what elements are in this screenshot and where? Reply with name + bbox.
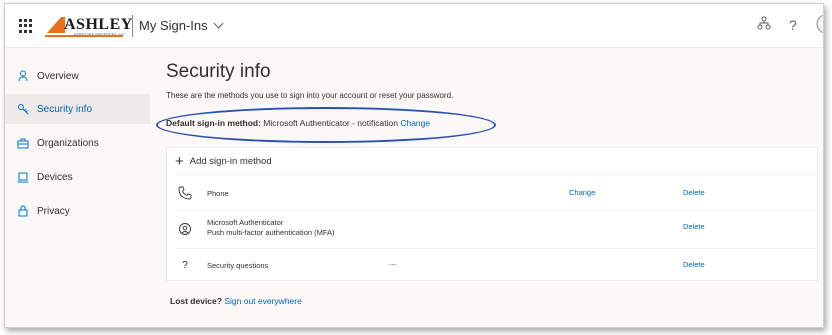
sidebar-item-organizations[interactable]: Organizations: [5, 128, 150, 158]
main-content: Security info These are the methods you …: [150, 49, 823, 327]
method-row-security-questions: ? Security questions --- Delete: [167, 252, 817, 278]
person-icon: [17, 70, 29, 82]
top-bar: ASHLEY FURNITURE INDUSTRIES, LLC My Sign…: [5, 4, 823, 48]
sidebar-item-label: Organizations: [37, 137, 99, 149]
sign-out-everywhere-link[interactable]: Sign out everywhere: [224, 296, 302, 306]
method-detail: ---: [389, 260, 397, 269]
method-row-authenticator: Microsoft Authenticator Push multi-facto…: [167, 210, 817, 244]
authenticator-icon: [177, 221, 193, 237]
delete-phone-link[interactable]: Delete: [683, 188, 705, 197]
chevron-down-icon: [213, 18, 224, 29]
delete-authenticator-link[interactable]: Delete: [683, 222, 705, 231]
help-icon[interactable]: ?: [789, 17, 797, 33]
method-subtitle: Push multi-factor authentication (MFA): [207, 228, 335, 237]
lost-device-line: Lost device? Sign out everywhere: [170, 296, 302, 306]
sidebar-item-label: Privacy: [37, 205, 70, 217]
browser-frame: ASHLEY FURNITURE INDUSTRIES, LLC My Sign…: [4, 3, 824, 328]
ashley-logo: ASHLEY FURNITURE INDUSTRIES, LLC: [45, 13, 132, 39]
delete-security-questions-link[interactable]: Delete: [683, 260, 705, 269]
change-phone-link[interactable]: Change: [569, 188, 595, 197]
lock-icon: [17, 205, 29, 217]
lost-device-label: Lost device?: [170, 296, 222, 306]
sidebar-item-overview[interactable]: Overview: [5, 61, 150, 91]
phone-icon: [177, 185, 193, 201]
sidebar-item-devices[interactable]: Devices: [5, 162, 150, 192]
profile-avatar[interactable]: [815, 13, 823, 38]
sidebar-item-privacy[interactable]: Privacy: [5, 196, 150, 226]
header-divider: [132, 15, 133, 37]
sidebar-item-label: Security info: [37, 103, 93, 115]
add-method-button[interactable]: + Add sign-in method: [175, 154, 272, 169]
sidebar: Overview Security info Organizations Dev…: [5, 49, 150, 327]
page-title: Security info: [166, 61, 271, 82]
key-icon: [17, 103, 29, 115]
add-method-label: Add sign-in method: [189, 156, 272, 167]
method-name: Phone: [207, 189, 229, 198]
sidebar-item-label: Overview: [37, 70, 79, 82]
sidebar-item-security-info[interactable]: Security info: [5, 94, 150, 124]
logo-subtext: FURNITURE INDUSTRIES, LLC: [74, 32, 126, 36]
methods-card: + Add sign-in method Phone Change Delete: [166, 147, 818, 281]
sidebar-item-label: Devices: [37, 171, 73, 183]
waffle-icon[interactable]: [19, 19, 33, 33]
plus-icon: +: [175, 153, 184, 170]
method-row-phone: Phone Change Delete: [167, 178, 817, 208]
briefcase-icon: [17, 137, 29, 149]
row-divider: [175, 174, 817, 175]
page-description: These are the methods you use to sign in…: [166, 91, 454, 100]
org-chart-icon[interactable]: [757, 16, 771, 33]
app-title: My Sign-Ins: [139, 18, 208, 33]
row-divider: [175, 248, 817, 249]
annotation-ellipse: [156, 107, 496, 143]
method-name: Security questions: [207, 261, 269, 270]
app-title-dropdown[interactable]: My Sign-Ins: [139, 18, 224, 33]
question-icon: ?: [182, 259, 188, 271]
laptop-icon: [17, 171, 29, 183]
